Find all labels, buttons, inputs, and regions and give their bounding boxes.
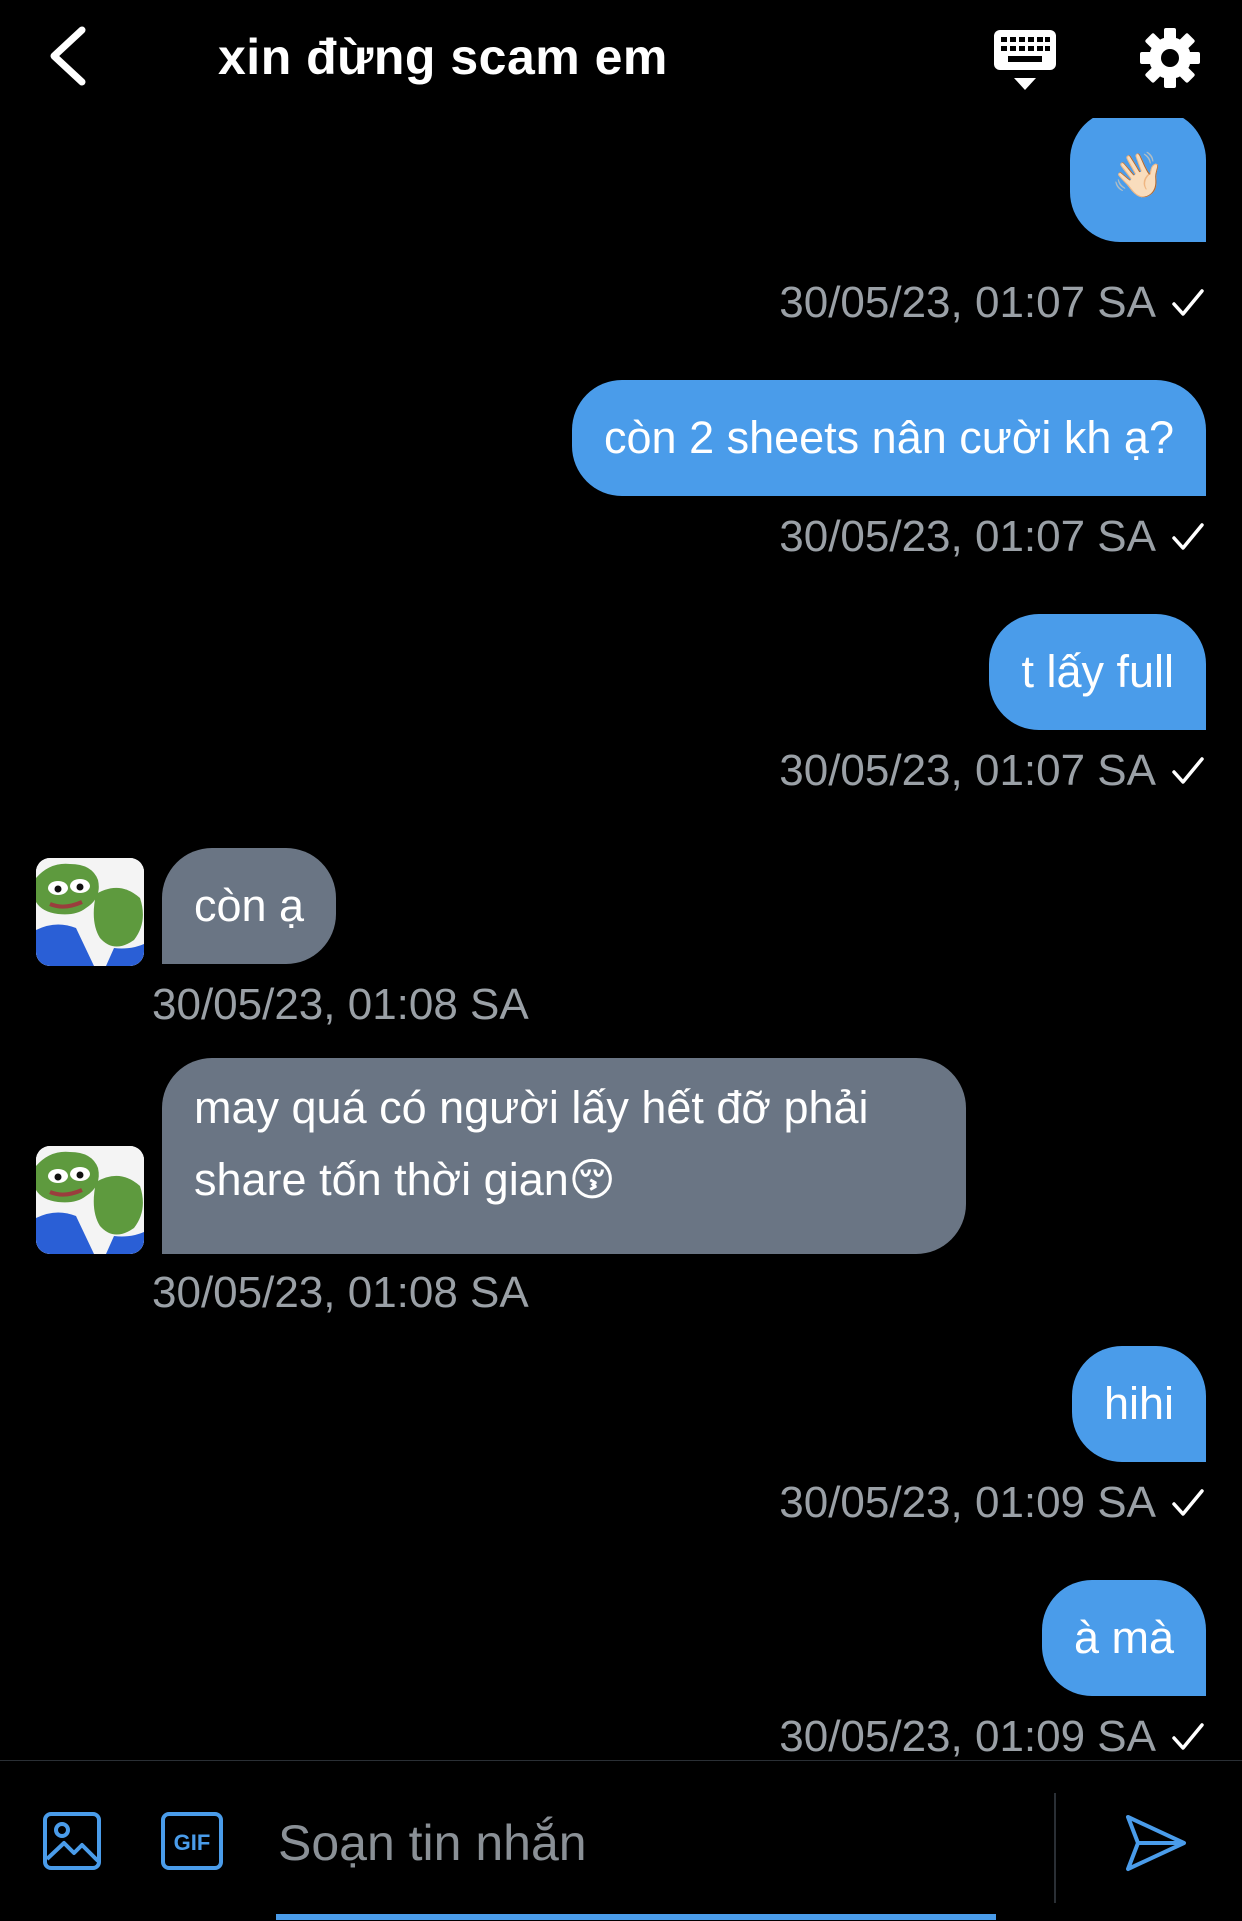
settings-button[interactable]	[1138, 26, 1202, 90]
message-timestamp: 30/05/23, 01:08 SA	[152, 1268, 529, 1317]
outgoing-message-bubble[interactable]: 👋🏻	[1070, 118, 1206, 242]
check-icon	[1172, 1489, 1204, 1516]
message-text: còn ạ	[194, 880, 305, 931]
check-icon	[1172, 757, 1204, 784]
message-text-line: share tốn thời gian😚	[194, 1154, 616, 1205]
svg-text:GIF: GIF	[174, 1830, 211, 1855]
message-timestamp: 30/05/23, 01:07 SA	[779, 746, 1206, 796]
incoming-message-bubble[interactable]: may quá có người lấy hết đỡ phải share t…	[162, 1058, 966, 1254]
conversation-header: xin đừng scam em	[0, 0, 1242, 118]
check-icon	[1172, 1723, 1204, 1750]
send-button[interactable]	[1124, 1811, 1188, 1875]
keyboard-icon	[994, 30, 1056, 90]
composer-divider	[1054, 1793, 1056, 1903]
incoming-message-bubble[interactable]: còn ạ	[162, 848, 337, 964]
message-text: hihi	[1103, 1378, 1174, 1429]
gear-icon	[1140, 28, 1200, 88]
chevron-left-icon	[50, 26, 86, 86]
message-timestamp: 30/05/23, 01:07 SA	[779, 278, 1206, 328]
image-icon	[43, 1812, 101, 1870]
message-timestamp: 30/05/23, 01:08 SA	[152, 980, 529, 1029]
check-icon	[1172, 523, 1204, 550]
send-icon	[1126, 1815, 1186, 1871]
message-text: còn 2 sheets nân cười kh ạ?	[604, 412, 1174, 463]
message-text: 👋🏻	[1110, 151, 1166, 200]
check-icon	[1172, 289, 1204, 316]
outgoing-message-bubble[interactable]: t lấy full	[989, 614, 1206, 730]
attach-image-button[interactable]	[42, 1811, 102, 1871]
message-thread[interactable]: 👋🏻 30/05/23, 01:07 SA còn 2 sheets nân c…	[0, 118, 1242, 1760]
message-timestamp: 30/05/23, 01:09 SA	[779, 1478, 1206, 1528]
avatar[interactable]	[36, 1146, 144, 1254]
outgoing-message-bubble[interactable]: hihi	[1071, 1346, 1206, 1462]
message-composer: GIF	[0, 1760, 1242, 1921]
message-timestamp: 30/05/23, 01:09 SA	[779, 1712, 1206, 1760]
back-button[interactable]	[44, 24, 92, 88]
gif-icon: GIF	[161, 1812, 223, 1870]
pepe-avatar-image	[36, 1146, 144, 1254]
avatar[interactable]	[36, 858, 144, 966]
message-text: t lấy full	[1021, 646, 1174, 697]
gif-button[interactable]: GIF	[160, 1811, 224, 1871]
conversation-title[interactable]: xin đừng scam em	[218, 28, 668, 86]
outgoing-message-bubble[interactable]: à mà	[1041, 1580, 1206, 1696]
keyboard-button[interactable]	[990, 28, 1060, 92]
outgoing-message-bubble[interactable]: còn 2 sheets nân cười kh ạ?	[572, 380, 1206, 496]
pepe-avatar-image	[36, 858, 144, 966]
message-input[interactable]	[276, 1797, 1000, 1889]
input-focus-underline	[276, 1914, 996, 1920]
message-text-line: may quá có người lấy hết đỡ phải	[194, 1082, 869, 1133]
message-timestamp: 30/05/23, 01:07 SA	[779, 512, 1206, 562]
message-text: à mà	[1073, 1612, 1174, 1663]
